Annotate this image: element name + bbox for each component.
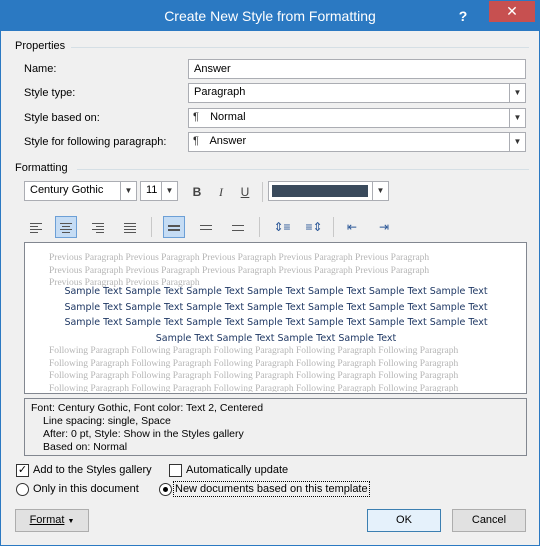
based-on-label: Style based on: bbox=[24, 112, 100, 124]
font-color-select[interactable]: ▼ bbox=[268, 181, 389, 201]
style-type-select[interactable]: Paragraph ▼ bbox=[188, 83, 526, 103]
italic-button[interactable]: I bbox=[210, 181, 232, 203]
chevron-down-icon[interactable]: ▼ bbox=[509, 133, 525, 151]
justify-button[interactable] bbox=[119, 216, 141, 238]
checkmark-icon: ✓ bbox=[17, 464, 28, 476]
description-line: Line spacing: single, Space bbox=[43, 415, 171, 427]
format-button-label: Format bbox=[29, 514, 65, 526]
increase-indent-icon: ⇥ bbox=[378, 220, 390, 234]
align-left-icon bbox=[30, 221, 42, 235]
double-spacing-icon bbox=[232, 223, 244, 233]
close-icon: ✕ bbox=[506, 3, 518, 19]
double-spacing-button[interactable] bbox=[227, 216, 249, 238]
formatting-divider bbox=[77, 169, 529, 170]
toolbar-divider bbox=[333, 217, 334, 237]
align-right-icon bbox=[92, 221, 104, 235]
name-label: Name: bbox=[24, 63, 57, 75]
single-spacing-button[interactable] bbox=[163, 216, 185, 238]
new-documents-label[interactable]: New documents based on this template bbox=[173, 481, 370, 497]
dropdown-arrow-icon: ▼ bbox=[67, 518, 75, 525]
dialog-window: Create New Style from Formatting ? ✕ Pro… bbox=[0, 0, 540, 546]
align-right-button[interactable] bbox=[87, 216, 109, 238]
following-label: Style for following paragraph: bbox=[24, 136, 167, 148]
following-value: Answer bbox=[209, 135, 247, 147]
properties-heading: Properties bbox=[15, 40, 66, 52]
pilcrow-icon: ¶ bbox=[193, 111, 199, 123]
auto-update-label[interactable]: Automatically update bbox=[186, 464, 288, 476]
properties-divider bbox=[71, 47, 529, 48]
one-half-spacing-button[interactable] bbox=[195, 216, 217, 238]
justify-icon bbox=[124, 221, 136, 235]
chevron-down-icon[interactable]: ▼ bbox=[509, 109, 525, 127]
font-size-value: 11 bbox=[146, 184, 158, 196]
based-on-value: Normal bbox=[210, 111, 246, 123]
bold-button[interactable]: B bbox=[186, 181, 208, 203]
decrease-spacing-before-button[interactable]: ≡⇕ bbox=[303, 216, 325, 238]
align-left-button[interactable] bbox=[25, 216, 47, 238]
toolbar-divider bbox=[151, 217, 152, 237]
style-type-value: Paragraph bbox=[194, 86, 246, 98]
format-button[interactable]: Format ▼ bbox=[15, 509, 89, 532]
close-button[interactable]: ✕ bbox=[489, 1, 535, 22]
following-select[interactable]: ¶ Answer ▼ bbox=[188, 132, 526, 152]
based-on-select[interactable]: ¶ Normal ▼ bbox=[188, 108, 526, 128]
toolbar-divider bbox=[262, 182, 263, 202]
auto-update-checkbox[interactable] bbox=[169, 464, 182, 477]
description-line: Based on: Normal bbox=[43, 441, 128, 453]
add-to-gallery-checkbox[interactable]: ✓ bbox=[16, 464, 29, 477]
decrease-indent-icon: ⇤ bbox=[346, 220, 358, 234]
new-documents-radio[interactable] bbox=[159, 483, 172, 496]
font-value: Century Gothic bbox=[30, 184, 104, 196]
description-line: After: 0 pt, Style: Show in the Styles g… bbox=[43, 428, 244, 440]
chevron-down-icon[interactable]: ▼ bbox=[509, 84, 525, 102]
ok-button[interactable]: OK bbox=[367, 509, 441, 532]
style-description: Font: Century Gothic, Font color: Text 2… bbox=[24, 398, 527, 456]
underline-button[interactable]: U bbox=[234, 181, 256, 203]
spacing-after-icon: ≡⇕ bbox=[305, 220, 323, 234]
increase-spacing-before-button[interactable]: ⇕≡ bbox=[271, 216, 293, 238]
align-center-button[interactable] bbox=[55, 216, 77, 238]
decrease-indent-button[interactable]: ⇤ bbox=[341, 216, 363, 238]
sample-text: Sample Text Sample Text Sample Text Samp… bbox=[64, 286, 488, 344]
font-size-select[interactable]: 11 ▼ bbox=[140, 181, 178, 201]
pilcrow-icon: ¶ bbox=[193, 135, 199, 147]
chevron-down-icon[interactable]: ▼ bbox=[120, 182, 136, 200]
style-type-label: Style type: bbox=[24, 87, 76, 99]
cancel-button[interactable]: Cancel bbox=[452, 509, 526, 532]
chevron-down-icon[interactable]: ▼ bbox=[372, 182, 388, 200]
help-button[interactable]: ? bbox=[453, 5, 473, 27]
title-bar: Create New Style from Formatting ? ✕ bbox=[1, 1, 539, 31]
increase-indent-button[interactable]: ⇥ bbox=[373, 216, 395, 238]
align-center-icon bbox=[60, 221, 72, 235]
single-spacing-icon bbox=[168, 223, 180, 233]
only-this-document-radio[interactable] bbox=[16, 483, 29, 496]
following-paragraph-text: Following Paragraph Following Paragraph … bbox=[49, 346, 459, 392]
color-swatch bbox=[272, 185, 368, 197]
only-this-document-label[interactable]: Only in this document bbox=[33, 483, 139, 495]
font-select[interactable]: Century Gothic ▼ bbox=[24, 181, 137, 201]
chevron-down-icon[interactable]: ▼ bbox=[161, 182, 177, 200]
description-line: Font: Century Gothic, Font color: Text 2… bbox=[31, 402, 264, 414]
toolbar-divider bbox=[259, 217, 260, 237]
style-preview: Previous Paragraph Previous Paragraph Pr… bbox=[24, 242, 527, 394]
spacing-before-icon: ⇕≡ bbox=[273, 220, 291, 234]
formatting-heading: Formatting bbox=[15, 162, 68, 174]
add-to-gallery-label[interactable]: Add to the Styles gallery bbox=[33, 464, 152, 476]
one-half-spacing-icon bbox=[200, 223, 212, 232]
name-input[interactable]: Answer bbox=[188, 59, 526, 79]
